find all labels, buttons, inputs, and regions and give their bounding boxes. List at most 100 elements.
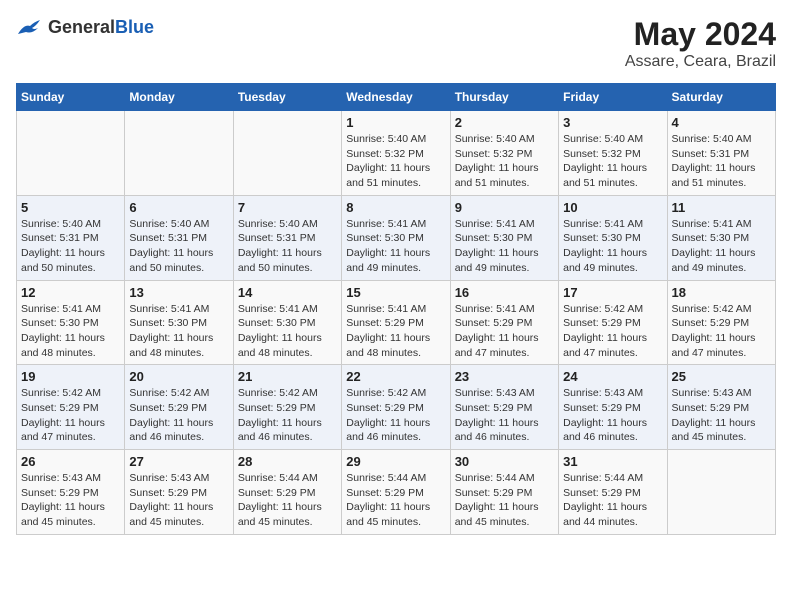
day-number: 27 bbox=[129, 454, 228, 469]
day-info: Sunrise: 5:41 AM Sunset: 5:30 PM Dayligh… bbox=[238, 302, 337, 361]
calendar-cell: 8Sunrise: 5:41 AM Sunset: 5:30 PM Daylig… bbox=[342, 195, 450, 280]
logo: GeneralBlue bbox=[16, 16, 154, 38]
calendar-cell: 31 Sunrise: 5:44 AM Sunset: 5:29 PM Dayli… bbox=[559, 450, 667, 535]
day-info: Sunrise: 5:44 AM Sunset: 5:29 PM Dayligh… bbox=[455, 471, 554, 530]
logo-blue: Blue bbox=[115, 17, 154, 37]
day-number: 29 bbox=[346, 454, 445, 469]
day-number: 21 bbox=[238, 369, 337, 384]
calendar-cell: 25Sunrise: 5:43 AM Sunset: 5:29 PM Dayli… bbox=[667, 365, 775, 450]
calendar-cell: 12Sunrise: 5:41 AM Sunset: 5:30 PM Dayli… bbox=[17, 280, 125, 365]
calendar-cell: 26 Sunrise: 5:43 AM Sunset: 5:29 PM Dayli… bbox=[17, 450, 125, 535]
page-header: GeneralBlue May 2024 Assare, Ceara, Braz… bbox=[16, 16, 776, 71]
calendar-cell bbox=[667, 450, 775, 535]
day-info: Sunrise: 5:40 AM Sunset: 5:31 PM Dayligh… bbox=[672, 132, 771, 191]
day-info: Sunrise: 5:41 AM Sunset: 5:30 PM Dayligh… bbox=[21, 302, 120, 361]
page-title: May 2024 bbox=[625, 16, 776, 53]
calendar-week-row: 12Sunrise: 5:41 AM Sunset: 5:30 PM Dayli… bbox=[17, 280, 776, 365]
day-info: Sunrise: 5:42 AM Sunset: 5:29 PM Dayligh… bbox=[563, 302, 662, 361]
calendar-cell: 22 Sunrise: 5:42 AM Sunset: 5:29 PM Dayli… bbox=[342, 365, 450, 450]
calendar-cell: 4 Sunrise: 5:40 AM Sunset: 5:31 PM Daylig… bbox=[667, 111, 775, 196]
calendar-cell: 6 Sunrise: 5:40 AM Sunset: 5:31 PM Daylig… bbox=[125, 195, 233, 280]
day-info: Sunrise: 5:43 AM Sunset: 5:29 PM Dayligh… bbox=[563, 386, 662, 445]
calendar-cell: 17 Sunrise: 5:42 AM Sunset: 5:29 PM Dayli… bbox=[559, 280, 667, 365]
day-number: 30 bbox=[455, 454, 554, 469]
calendar-cell: 13 Sunrise: 5:41 AM Sunset: 5:30 PM Dayli… bbox=[125, 280, 233, 365]
title-block: May 2024 Assare, Ceara, Brazil bbox=[625, 16, 776, 71]
day-number: 13 bbox=[129, 285, 228, 300]
day-info: Sunrise: 5:42 AM Sunset: 5:29 PM Dayligh… bbox=[238, 386, 337, 445]
calendar-cell: 16 Sunrise: 5:41 AM Sunset: 5:29 PM Dayli… bbox=[450, 280, 558, 365]
calendar-cell: 11 Sunrise: 5:41 AM Sunset: 5:30 PM Dayli… bbox=[667, 195, 775, 280]
day-number: 28 bbox=[238, 454, 337, 469]
day-number: 9 bbox=[455, 200, 554, 215]
page-location: Assare, Ceara, Brazil bbox=[625, 53, 776, 71]
day-number: 22 bbox=[346, 369, 445, 384]
day-info: Sunrise: 5:44 AM Sunset: 5:29 PM Dayligh… bbox=[563, 471, 662, 530]
calendar-cell: 19Sunrise: 5:42 AM Sunset: 5:29 PM Dayli… bbox=[17, 365, 125, 450]
calendar-cell: 15Sunrise: 5:41 AM Sunset: 5:29 PM Dayli… bbox=[342, 280, 450, 365]
day-info: Sunrise: 5:42 AM Sunset: 5:29 PM Dayligh… bbox=[346, 386, 445, 445]
calendar-cell bbox=[17, 111, 125, 196]
calendar-cell: 10Sunrise: 5:41 AM Sunset: 5:30 PM Dayli… bbox=[559, 195, 667, 280]
calendar-cell: 23Sunrise: 5:43 AM Sunset: 5:29 PM Dayli… bbox=[450, 365, 558, 450]
day-number: 25 bbox=[672, 369, 771, 384]
day-number: 31 bbox=[563, 454, 662, 469]
calendar-cell: 30 Sunrise: 5:44 AM Sunset: 5:29 PM Dayli… bbox=[450, 450, 558, 535]
calendar-cell: 5Sunrise: 5:40 AM Sunset: 5:31 PM Daylig… bbox=[17, 195, 125, 280]
day-info: Sunrise: 5:40 AM Sunset: 5:32 PM Dayligh… bbox=[455, 132, 554, 191]
calendar-week-row: 5Sunrise: 5:40 AM Sunset: 5:31 PM Daylig… bbox=[17, 195, 776, 280]
weekday-header: Monday bbox=[125, 84, 233, 111]
day-number: 16 bbox=[455, 285, 554, 300]
calendar-cell: 3Sunrise: 5:40 AM Sunset: 5:32 PM Daylig… bbox=[559, 111, 667, 196]
day-info: Sunrise: 5:41 AM Sunset: 5:30 PM Dayligh… bbox=[346, 217, 445, 276]
weekday-header: Friday bbox=[559, 84, 667, 111]
day-info: Sunrise: 5:40 AM Sunset: 5:31 PM Dayligh… bbox=[21, 217, 120, 276]
weekday-header: Wednesday bbox=[342, 84, 450, 111]
calendar-cell: 21 Sunrise: 5:42 AM Sunset: 5:29 PM Dayli… bbox=[233, 365, 341, 450]
day-number: 1 bbox=[346, 115, 445, 130]
weekday-header: Thursday bbox=[450, 84, 558, 111]
day-info: Sunrise: 5:41 AM Sunset: 5:30 PM Dayligh… bbox=[672, 217, 771, 276]
day-number: 15 bbox=[346, 285, 445, 300]
calendar-cell: 27 Sunrise: 5:43 AM Sunset: 5:29 PM Dayli… bbox=[125, 450, 233, 535]
calendar-cell: 2 Sunrise: 5:40 AM Sunset: 5:32 PM Daylig… bbox=[450, 111, 558, 196]
day-info: Sunrise: 5:40 AM Sunset: 5:31 PM Dayligh… bbox=[129, 217, 228, 276]
weekday-header: Sunday bbox=[17, 84, 125, 111]
day-number: 11 bbox=[672, 200, 771, 215]
calendar-cell: 9 Sunrise: 5:41 AM Sunset: 5:30 PM Daylig… bbox=[450, 195, 558, 280]
calendar-cell: 24 Sunrise: 5:43 AM Sunset: 5:29 PM Dayli… bbox=[559, 365, 667, 450]
calendar-cell bbox=[233, 111, 341, 196]
day-info: Sunrise: 5:43 AM Sunset: 5:29 PM Dayligh… bbox=[129, 471, 228, 530]
day-info: Sunrise: 5:43 AM Sunset: 5:29 PM Dayligh… bbox=[21, 471, 120, 530]
day-info: Sunrise: 5:41 AM Sunset: 5:30 PM Dayligh… bbox=[563, 217, 662, 276]
calendar-cell: 20Sunrise: 5:42 AM Sunset: 5:29 PM Dayli… bbox=[125, 365, 233, 450]
calendar-header: SundayMondayTuesdayWednesdayThursdayFrid… bbox=[17, 84, 776, 111]
day-info: Sunrise: 5:40 AM Sunset: 5:31 PM Dayligh… bbox=[238, 217, 337, 276]
day-info: Sunrise: 5:44 AM Sunset: 5:29 PM Dayligh… bbox=[238, 471, 337, 530]
calendar-cell: 29 Sunrise: 5:44 AM Sunset: 5:29 PM Dayli… bbox=[342, 450, 450, 535]
logo-bird-icon bbox=[16, 16, 44, 38]
day-info: Sunrise: 5:41 AM Sunset: 5:29 PM Dayligh… bbox=[455, 302, 554, 361]
day-info: Sunrise: 5:41 AM Sunset: 5:30 PM Dayligh… bbox=[455, 217, 554, 276]
day-number: 17 bbox=[563, 285, 662, 300]
calendar-week-row: 26 Sunrise: 5:43 AM Sunset: 5:29 PM Dayli… bbox=[17, 450, 776, 535]
calendar-body: 1 Sunrise: 5:40 AM Sunset: 5:32 PM Daylig… bbox=[17, 111, 776, 535]
day-number: 7 bbox=[238, 200, 337, 215]
day-number: 19 bbox=[21, 369, 120, 384]
day-number: 26 bbox=[21, 454, 120, 469]
day-number: 23 bbox=[455, 369, 554, 384]
day-number: 18 bbox=[672, 285, 771, 300]
day-number: 24 bbox=[563, 369, 662, 384]
day-number: 4 bbox=[672, 115, 771, 130]
day-number: 3 bbox=[563, 115, 662, 130]
day-number: 6 bbox=[129, 200, 228, 215]
day-info: Sunrise: 5:40 AM Sunset: 5:32 PM Dayligh… bbox=[346, 132, 445, 191]
day-info: Sunrise: 5:42 AM Sunset: 5:29 PM Dayligh… bbox=[129, 386, 228, 445]
calendar-cell: 28 Sunrise: 5:44 AM Sunset: 5:29 PM Dayli… bbox=[233, 450, 341, 535]
day-info: Sunrise: 5:44 AM Sunset: 5:29 PM Dayligh… bbox=[346, 471, 445, 530]
calendar-cell: 14Sunrise: 5:41 AM Sunset: 5:30 PM Dayli… bbox=[233, 280, 341, 365]
calendar-week-row: 19 Sunrise: 5:42 AM Sunset: 5:29 PM Dayli… bbox=[17, 365, 776, 450]
day-info: Sunrise: 5:41 AM Sunset: 5:30 PM Dayligh… bbox=[129, 302, 228, 361]
weekday-header: Saturday bbox=[667, 84, 775, 111]
day-number: 2 bbox=[455, 115, 554, 130]
